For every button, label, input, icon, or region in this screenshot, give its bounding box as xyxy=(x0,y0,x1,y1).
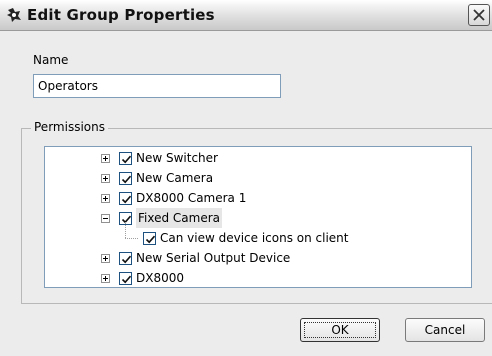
cancel-button[interactable]: Cancel xyxy=(405,318,485,342)
tree-connector-line xyxy=(125,222,126,238)
ok-button[interactable]: OK xyxy=(300,318,380,342)
title-bar[interactable]: Edit Group Properties xyxy=(0,0,492,31)
tree-item-label: New Serial Output Device xyxy=(136,251,291,265)
permission-checkbox[interactable] xyxy=(119,172,132,185)
tree-item[interactable]: New Serial Output Device xyxy=(45,248,471,268)
tree-item[interactable]: Can view device icons on client xyxy=(45,222,471,248)
permissions-label: Permissions xyxy=(31,120,108,134)
permission-checkbox[interactable] xyxy=(119,252,132,265)
close-button[interactable] xyxy=(468,4,490,26)
cancel-button-label: Cancel xyxy=(424,323,466,337)
tree-item-label: New Switcher xyxy=(136,151,218,165)
permissions-tree[interactable]: New Switcher New Camera DX8000 Camera 1 Fix… xyxy=(44,146,472,288)
expand-icon[interactable] xyxy=(101,194,110,203)
collapse-icon[interactable] xyxy=(101,214,110,223)
checkmark-icon xyxy=(121,215,132,224)
name-field[interactable] xyxy=(33,74,281,98)
checkmark-icon xyxy=(121,155,132,164)
permission-checkbox[interactable] xyxy=(119,152,132,165)
expand-icon[interactable] xyxy=(101,254,110,263)
expand-icon[interactable] xyxy=(101,174,110,183)
checkmark-icon xyxy=(145,235,156,244)
tree-item-label: Fixed Camera xyxy=(136,208,223,228)
app-glyph-icon xyxy=(7,8,21,22)
tree-item[interactable]: New Camera xyxy=(45,168,471,188)
permission-checkbox[interactable] xyxy=(143,232,156,245)
expand-icon[interactable] xyxy=(101,154,110,163)
tree-item[interactable]: DX8000 Camera 1 xyxy=(45,188,471,208)
name-label: Name xyxy=(33,53,69,67)
tree-item[interactable]: DX8000 xyxy=(45,268,471,287)
close-icon xyxy=(473,9,485,21)
checkmark-icon xyxy=(121,175,132,184)
permission-checkbox[interactable] xyxy=(119,192,132,205)
tree-item[interactable]: Fixed Camera xyxy=(45,208,471,228)
dialog-window: Edit Group Properties Name Permissions N… xyxy=(0,0,492,356)
tree-item[interactable]: New Switcher xyxy=(45,148,471,168)
checkmark-icon xyxy=(121,195,132,204)
tree-connector-line xyxy=(125,238,138,239)
tree-item-label: DX8000 xyxy=(136,271,184,285)
focus-rect xyxy=(304,322,376,338)
tree-item-label: DX8000 Camera 1 xyxy=(136,191,247,205)
tree-item-label: Can view device icons on client xyxy=(160,231,349,245)
checkmark-icon xyxy=(121,255,132,264)
window-title: Edit Group Properties xyxy=(27,6,215,24)
expand-icon[interactable] xyxy=(101,274,110,283)
permission-checkbox[interactable] xyxy=(119,272,132,285)
tree-item-label: New Camera xyxy=(136,171,214,185)
checkmark-icon xyxy=(121,275,132,284)
